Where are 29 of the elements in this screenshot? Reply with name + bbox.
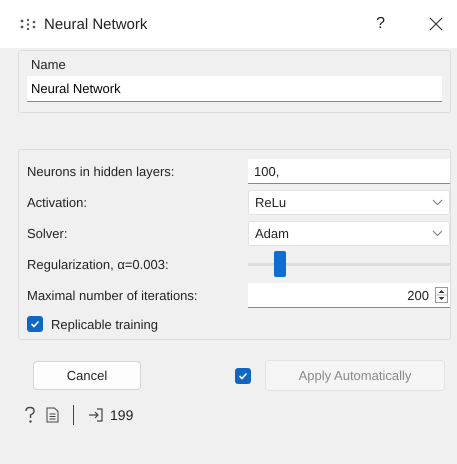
slider-handle[interactable] bbox=[274, 251, 286, 277]
spin-arrows-icon[interactable] bbox=[435, 287, 448, 303]
document-icon[interactable] bbox=[46, 407, 59, 423]
network-icon bbox=[20, 18, 36, 30]
dropdown[interactable]: ReLu bbox=[248, 190, 450, 215]
checkmark-icon bbox=[238, 370, 248, 380]
cancel-button[interactable]: Cancel bbox=[33, 361, 141, 390]
field-label: Activation: bbox=[27, 195, 88, 210]
help-icon[interactable] bbox=[24, 406, 36, 424]
output-count: 199 bbox=[110, 407, 134, 423]
checkbox-label: Replicable training bbox=[51, 316, 158, 332]
checkbox[interactable] bbox=[27, 316, 43, 332]
help-button[interactable]: ? bbox=[376, 15, 385, 33]
auto-apply-checkbox[interactable] bbox=[235, 368, 251, 384]
dropdown-caret-icon bbox=[432, 230, 443, 237]
group-title: Name bbox=[31, 57, 66, 72]
field-label: Solver: bbox=[27, 226, 68, 241]
window-title: Neural Network bbox=[44, 16, 148, 32]
dropdown[interactable]: Adam bbox=[248, 221, 450, 246]
checkmark-icon bbox=[30, 319, 40, 329]
field-label: Maximal number of iterations: bbox=[27, 288, 199, 303]
close-icon[interactable] bbox=[429, 17, 443, 31]
name-field[interactable]: Neural Network bbox=[27, 76, 442, 102]
field-label: Neurons in hidden layers: bbox=[27, 164, 176, 179]
spin-box[interactable]: 200 bbox=[248, 283, 450, 308]
dropdown-caret-icon bbox=[432, 199, 443, 206]
input-field[interactable]: 100, bbox=[248, 159, 450, 184]
input-arrow-icon[interactable] bbox=[88, 408, 104, 422]
field-label: Regularization, α=0.003: bbox=[27, 257, 170, 272]
